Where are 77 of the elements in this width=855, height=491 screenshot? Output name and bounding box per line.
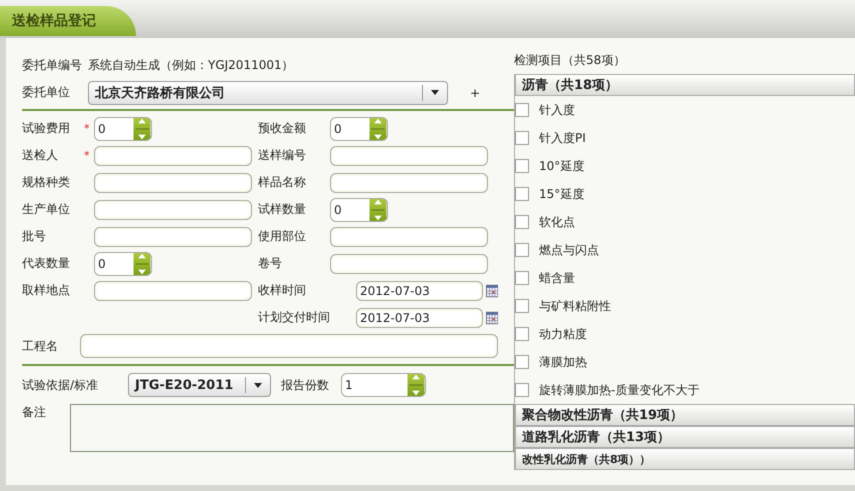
group-header[interactable]: 道路乳化沥青（共13项） (515, 426, 855, 448)
text-field[interactable] (94, 280, 252, 300)
field-label: 取样地点 (22, 282, 71, 299)
checkbox-label[interactable]: 燃点与闪点 (539, 242, 599, 258)
field-label: 试验费用 (22, 120, 71, 137)
field-label: 生产单位 (22, 201, 71, 218)
date-field[interactable]: 2012-07-03 (356, 308, 483, 328)
group-header[interactable]: 改性乳化沥青（共8项）） (515, 448, 855, 470)
text-field[interactable] (94, 200, 252, 220)
field-label: 计划交付时间 (258, 309, 331, 326)
number-spinner[interactable]: 0 (330, 198, 388, 222)
checkbox-label[interactable]: 软化点 (539, 214, 575, 230)
checkbox-label[interactable]: 动力粘度 (539, 326, 587, 342)
checkbox[interactable] (515, 103, 529, 117)
field-label: 送样编号 (258, 147, 307, 164)
text-field[interactable] (330, 146, 488, 166)
number-spinner[interactable]: 0 (94, 116, 152, 140)
field-label: 送检人 (22, 147, 59, 164)
checkbox[interactable] (515, 243, 529, 257)
checkbox-label[interactable]: 针入度 (539, 102, 575, 118)
text-field[interactable] (330, 172, 488, 192)
checkbox-label[interactable]: 15°延度 (539, 186, 584, 202)
client-dropdown[interactable]: 北京天齐路桥有限公司 (88, 80, 448, 104)
group-header[interactable]: 沥青（共18项） (515, 74, 855, 96)
number-spinner[interactable]: 1 (341, 373, 426, 397)
checkbox-label[interactable]: 针入度PI (539, 130, 586, 146)
text-field[interactable] (94, 226, 252, 246)
standard-dropdown[interactable]: JTG-E20-2011 (128, 373, 271, 397)
field-label: 工程名 (22, 338, 59, 354)
text-field[interactable] (330, 254, 488, 274)
field-label: 委托单编号 (22, 57, 83, 74)
field-label: 卷号 (258, 255, 283, 272)
field-label: 使用部位 (258, 228, 307, 245)
field-label: 预收金额 (258, 120, 307, 137)
project-name-field[interactable] (80, 334, 498, 358)
window-title-tab[interactable]: 送检样品登记 (0, 6, 136, 36)
field-label: 规格种类 (22, 174, 71, 191)
checkbox[interactable] (515, 159, 529, 173)
section-title: 检测项目（共58项） (514, 53, 626, 67)
checkbox[interactable] (515, 299, 529, 313)
number-spinner[interactable]: 0 (330, 116, 388, 140)
field-label: 委托单位 (22, 84, 71, 101)
calendar-icon[interactable] (486, 310, 498, 324)
required-mark: * (84, 149, 90, 162)
order-number-text: 系统自动生成（例如：YGJ2011001） (88, 57, 294, 74)
required-mark: * (84, 122, 90, 135)
checkbox-label[interactable]: 薄膜加热 (539, 354, 587, 370)
remarks-field[interactable] (70, 404, 514, 452)
text-field[interactable] (94, 146, 252, 166)
field-label: 样品名称 (258, 174, 307, 191)
text-field[interactable] (94, 172, 252, 192)
field-label: 收样时间 (258, 282, 307, 299)
checkbox[interactable] (515, 383, 529, 397)
checkbox[interactable] (515, 327, 529, 341)
checkbox[interactable] (515, 215, 529, 229)
text-field[interactable] (330, 226, 488, 246)
field-label: 报告份数 (281, 376, 329, 394)
add-client-button[interactable]: + (470, 86, 480, 100)
checkbox[interactable] (515, 187, 529, 201)
calendar-icon[interactable] (486, 284, 498, 298)
checkbox[interactable] (515, 131, 529, 145)
caret-icon (254, 382, 262, 388)
checkbox-label[interactable]: 旋转薄膜加热-质量变化不大于 (539, 382, 700, 398)
caret-icon (431, 90, 439, 95)
number-spinner[interactable]: 0 (94, 252, 152, 276)
field-label: 试验依据/标准 (22, 376, 100, 394)
field-label: 代表数量 (22, 255, 71, 272)
field-label: 批号 (22, 228, 47, 245)
checkbox-label[interactable]: 蜡含量 (539, 270, 575, 286)
checkbox[interactable] (515, 271, 529, 285)
checkbox-label[interactable]: 10°延度 (539, 158, 584, 174)
field-label: 备注 (22, 404, 47, 421)
checkbox-label[interactable]: 与矿料粘附性 (539, 298, 611, 314)
group-header[interactable]: 聚合物改性沥青（共19项） (515, 404, 855, 426)
date-field[interactable]: 2012-07-03 (356, 280, 483, 300)
checkbox[interactable] (515, 355, 529, 369)
field-label: 试样数量 (258, 201, 307, 218)
